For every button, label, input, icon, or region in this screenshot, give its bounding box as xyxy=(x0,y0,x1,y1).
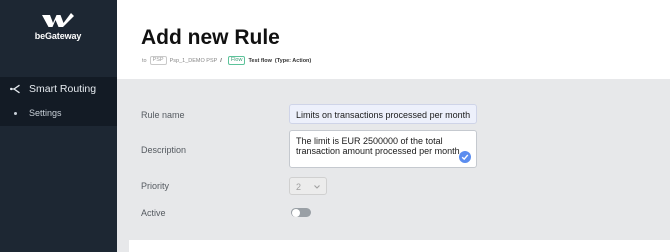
description-label: Description xyxy=(141,145,187,155)
nav-item-smart-routing-label: Smart Routing xyxy=(29,83,97,95)
bullet-icon xyxy=(14,111,17,115)
toggle-knob xyxy=(292,208,300,217)
active-label: Active xyxy=(141,208,166,218)
nav-section-smart-routing: Smart Routing Settings xyxy=(0,77,117,126)
rule-name-input[interactable]: Limits on transactions processed per mon… xyxy=(289,104,477,124)
description-textarea[interactable]: The limit is EUR 2500000 of the total tr… xyxy=(289,130,477,168)
psp-tag: PSP xyxy=(149,56,167,65)
flow-tag: Flow xyxy=(227,56,246,65)
nav-item-smart-routing[interactable]: Smart Routing xyxy=(10,83,96,95)
priority-value: 2 xyxy=(296,182,302,192)
routing-icon xyxy=(10,84,20,94)
breadcrumb-psp-link[interactable]: Psp_1_DEMO PSP xyxy=(170,58,218,64)
form-footer-panel xyxy=(129,240,670,252)
breadcrumb-flow-name[interactable]: Test flow xyxy=(248,58,271,64)
brand-logo[interactable]: beGateway xyxy=(32,12,84,41)
begateway-logo-icon xyxy=(42,13,74,27)
breadcrumb-flow-type: (Type: Action) xyxy=(274,57,312,64)
grammar-check-icon[interactable] xyxy=(459,151,471,163)
nav-subitem-settings-label: Settings xyxy=(29,108,62,118)
active-toggle[interactable] xyxy=(291,208,311,217)
breadcrumb-prefix: to xyxy=(142,57,147,64)
priority-select[interactable]: 2 xyxy=(289,177,327,195)
breadcrumb-separator: / xyxy=(220,57,222,64)
nav-subitem-settings[interactable]: Settings xyxy=(14,108,62,118)
priority-label: Priority xyxy=(141,181,170,191)
page-title: Add new Rule xyxy=(141,26,280,49)
chevron-down-icon xyxy=(314,185,320,189)
description-value: The limit is EUR 2500000 of the total tr… xyxy=(296,136,463,156)
sidebar: beGateway Smart Routing Settings xyxy=(0,0,117,252)
check-icon xyxy=(461,154,469,161)
rule-name-label: Rule name xyxy=(141,110,185,120)
rule-name-value: Limits on transactions processed per mon… xyxy=(296,110,471,120)
page-header: Add new Rule to PSP Psp_1_DEMO PSP / Flo… xyxy=(117,0,670,79)
breadcrumb: to PSP Psp_1_DEMO PSP / Flow Test flow (… xyxy=(142,56,311,65)
brand-name: beGateway xyxy=(34,31,82,41)
